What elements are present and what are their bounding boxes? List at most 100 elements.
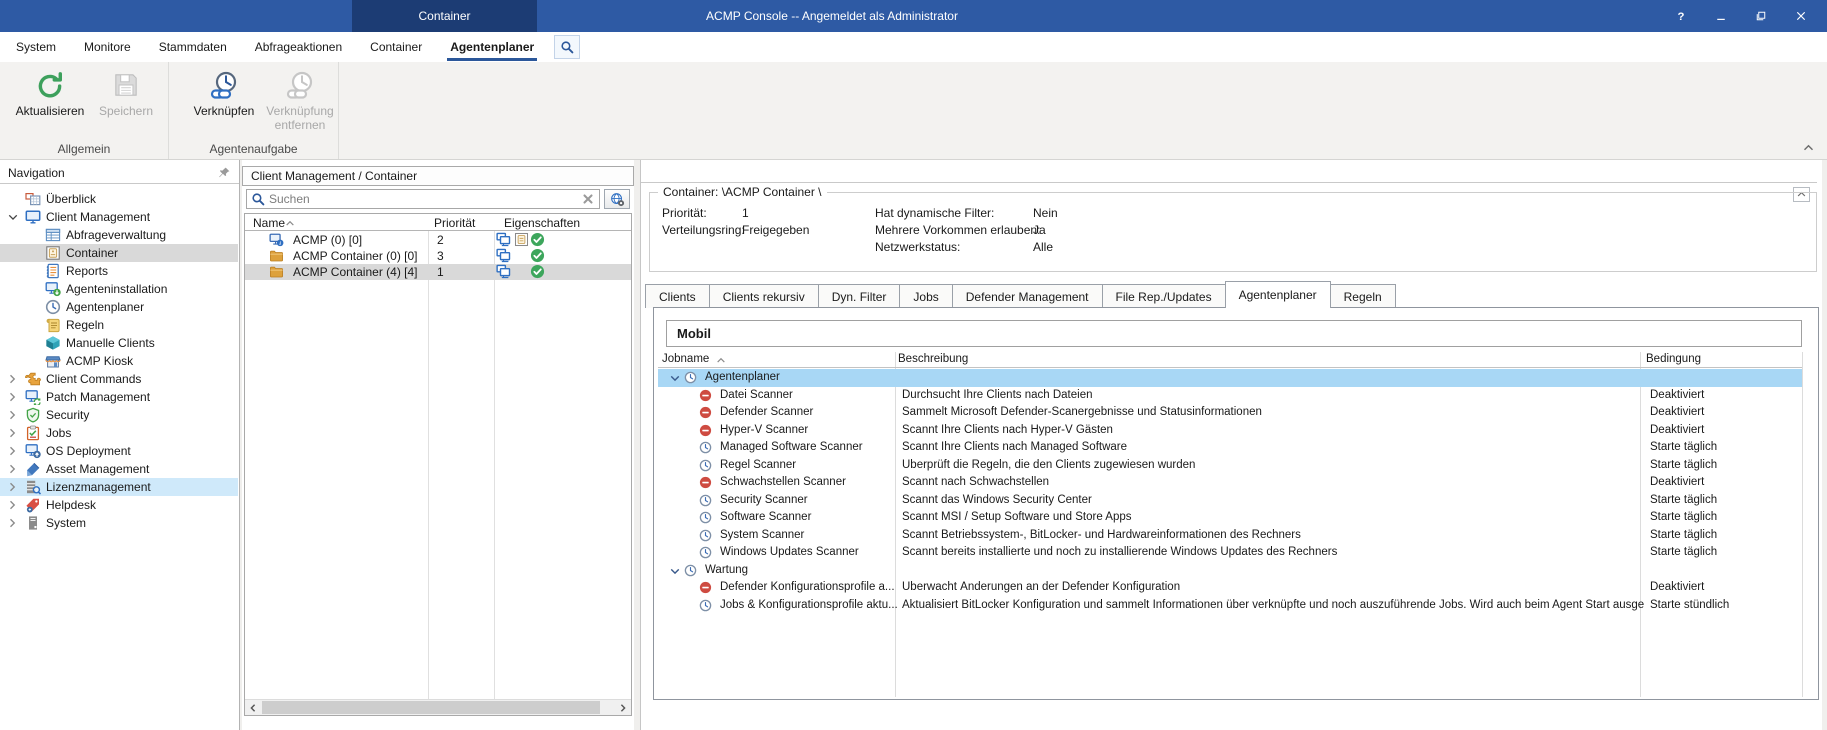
window-controls: ? (1661, 0, 1821, 32)
horizontal-scrollbar[interactable] (245, 699, 631, 715)
pin-icon[interactable] (218, 166, 231, 179)
job-row-software-scanner[interactable]: Software Scanner Scannt MSI / Setup Softw… (658, 509, 1802, 527)
sidebar-item-acmp-kiosk[interactable]: ACMP Kiosk (0, 352, 238, 370)
column-header-bedingung[interactable]: Bedingung (1646, 353, 1701, 365)
chevron-right-icon[interactable] (8, 446, 18, 456)
job-group-row-agentenplaner[interactable]: Agentenplaner (658, 369, 1802, 387)
save-button[interactable]: Speichern (88, 65, 164, 118)
menu-item-abfrageaktionen[interactable]: Abfrageaktionen (241, 32, 356, 62)
job-row-windows-updates-scanner[interactable]: Windows Updates Scanner Scannt bereits in… (658, 544, 1802, 562)
menu-item-agentenplaner[interactable]: Agentenplaner (436, 32, 548, 62)
sidebar-item-regeln[interactable]: Regeln (0, 316, 238, 334)
sidebar-item-security[interactable]: Security (0, 406, 238, 424)
sidebar-item-system[interactable]: System (0, 514, 238, 532)
job-row-security-scanner[interactable]: Security Scanner Scannt das Windows Secur… (658, 492, 1802, 510)
container-row-acmp-0-0[interactable]: i ACMP (0) [0] 2 (245, 232, 631, 248)
titlebar-context-tab[interactable]: Container (352, 0, 537, 32)
menu-item-system[interactable]: System (2, 32, 70, 62)
scroll-left-button[interactable] (245, 700, 261, 715)
sidebar-item-asset-management[interactable]: Asset Management (0, 460, 238, 478)
manual-clients-icon (45, 335, 61, 351)
container-row-acmp-container-0-0[interactable]: ACMP Container (0) [0] 3 (245, 248, 631, 264)
chevron-right-icon[interactable] (8, 518, 18, 528)
sidebar-item-client-management[interactable]: Client Management (0, 208, 238, 226)
job-name: Hyper-V Scanner (720, 423, 809, 436)
close-button[interactable] (1781, 2, 1821, 30)
sidebar-item-helpdesk[interactable]: Helpdesk (0, 496, 238, 514)
sidebar-item-lizenzmanagement[interactable]: Lizenzmanagement (0, 478, 238, 496)
restore-icon (1755, 10, 1767, 22)
clear-search-icon[interactable] (581, 192, 595, 206)
job-row-defender-konfigurationsprofile-a[interactable]: Defender Konfigurationsprofile a... Überw… (658, 579, 1802, 597)
menu-item-stammdaten[interactable]: Stammdaten (145, 32, 241, 62)
tab-clients-rekursiv[interactable]: Clients rekursiv (708, 284, 819, 308)
unlink-button[interactable]: Verknüpfung entfernen (262, 65, 338, 133)
menu-search-button[interactable] (554, 35, 581, 59)
chevron-down-icon[interactable] (670, 373, 680, 383)
minimize-button[interactable] (1701, 2, 1741, 30)
sidebar-item-container[interactable]: Container (0, 244, 238, 262)
sidebar-item-client-commands[interactable]: Client Commands (0, 370, 238, 388)
chevron-down-icon[interactable] (670, 566, 680, 576)
sidebar-item-abfrageverwaltung[interactable]: Abfrageverwaltung (0, 226, 238, 244)
tab-jobs[interactable]: Jobs (899, 284, 953, 308)
column-header-eigenschaften[interactable]: Eigenschaften (504, 216, 580, 230)
sidebar-item-label: Agentenplaner (66, 300, 145, 314)
menubar: System Monitore Stammdaten Abfrageaktionen C… (0, 32, 1827, 62)
job-row-datei-scanner[interactable]: Datei Scanner Durchsucht Ihre Clients nac… (658, 387, 1802, 405)
menu-item-monitore[interactable]: Monitore (70, 32, 145, 62)
column-header-name[interactable]: Name (253, 216, 285, 230)
breadcrumb: Client Management / Container (242, 166, 634, 186)
mehrere-vorkommen-value: Ja (1033, 223, 1046, 237)
chevron-right-icon[interactable] (8, 428, 18, 438)
chevron-right-icon[interactable] (8, 500, 18, 510)
link-button[interactable]: Verknüpfen (186, 65, 262, 118)
folder-icon (269, 248, 284, 263)
column-header-prioritaet[interactable]: Priorität (434, 216, 475, 230)
verteilungsring-label: Verteilungsring: (662, 223, 745, 237)
job-group-label: Agentenplaner (705, 371, 780, 383)
ribbon-collapse-button[interactable] (1799, 141, 1817, 155)
job-condition: Deaktiviert (1650, 476, 1705, 488)
chevron-right-icon[interactable] (8, 392, 18, 402)
sidebar-item-reports[interactable]: Reports (0, 262, 238, 280)
tab-agentenplaner[interactable]: Agentenplaner (1224, 281, 1331, 308)
chevron-down-icon[interactable] (8, 212, 18, 222)
refresh-button[interactable]: Aktualisieren (12, 65, 88, 118)
chevron-right-icon[interactable] (8, 482, 18, 492)
tab-dyn-filter[interactable]: Dyn. Filter (817, 284, 901, 308)
job-row-system-scanner[interactable]: System Scanner Scannt Betriebssystem-, Bi… (658, 527, 1802, 545)
tab-clients[interactable]: Clients (645, 284, 710, 308)
chevron-right-icon[interactable] (8, 410, 18, 420)
job-row-regel-scanner[interactable]: Regel Scanner Überprüft die Regeln, die d… (658, 457, 1802, 475)
chevron-right-icon[interactable] (8, 464, 18, 474)
column-header-jobname[interactable]: Jobname (662, 353, 709, 365)
sidebar-item-manuelle-clients[interactable]: Manuelle Clients (0, 334, 238, 352)
menu-item-container[interactable]: Container (356, 32, 436, 62)
scroll-right-button[interactable] (615, 700, 631, 715)
container-row-acmp-container-4-4[interactable]: ACMP Container (4) [4] 1 (245, 264, 631, 280)
sidebar-item-jobs[interactable]: Jobs (0, 424, 238, 442)
chevron-right-icon[interactable] (8, 374, 18, 384)
sidebar-item-agenteninstallation[interactable]: Agenteninstallation (0, 280, 238, 298)
sidebar-item-os-deployment[interactable]: OS Deployment (0, 442, 238, 460)
restore-button[interactable] (1741, 2, 1781, 30)
job-row-hyper-v-scanner[interactable]: Hyper-V Scanner Scannt Ihre Clients nach … (658, 422, 1802, 440)
job-row-defender-scanner[interactable]: Defender Scanner Sammelt Microsoft Defend… (658, 404, 1802, 422)
container-prop-icon (514, 232, 529, 247)
job-row-schwachstellen-scanner[interactable]: Schwachstellen Scanner Scannt nach Schwac… (658, 474, 1802, 492)
tab-defender-management[interactable]: Defender Management (951, 284, 1103, 308)
container-options-button[interactable] (604, 189, 630, 209)
job-group-row-wartung[interactable]: Wartung (658, 562, 1802, 580)
sidebar-item-agentenplaner[interactable]: Agentenplaner (0, 298, 238, 316)
search-input[interactable] (269, 192, 581, 206)
help-button[interactable]: ? (1661, 2, 1701, 30)
job-row-jobs-konfigurationsprofile-aktu[interactable]: Jobs & Konfigurationsprofile aktu... Aktu… (658, 597, 1802, 615)
scrollbar-thumb[interactable] (262, 701, 600, 714)
sidebar-item-patch-management[interactable]: Patch Management (0, 388, 238, 407)
column-header-beschreibung[interactable]: Beschreibung (898, 353, 968, 365)
job-row-managed-software-scanner[interactable]: Managed Software Scanner Scannt Ihre Clie… (658, 439, 1802, 457)
sidebar-item-überblick[interactable]: Überblick (0, 190, 238, 208)
tab-file-rep-updates[interactable]: File Rep./Updates (1101, 284, 1226, 308)
tab-regeln[interactable]: Regeln (1329, 284, 1396, 308)
